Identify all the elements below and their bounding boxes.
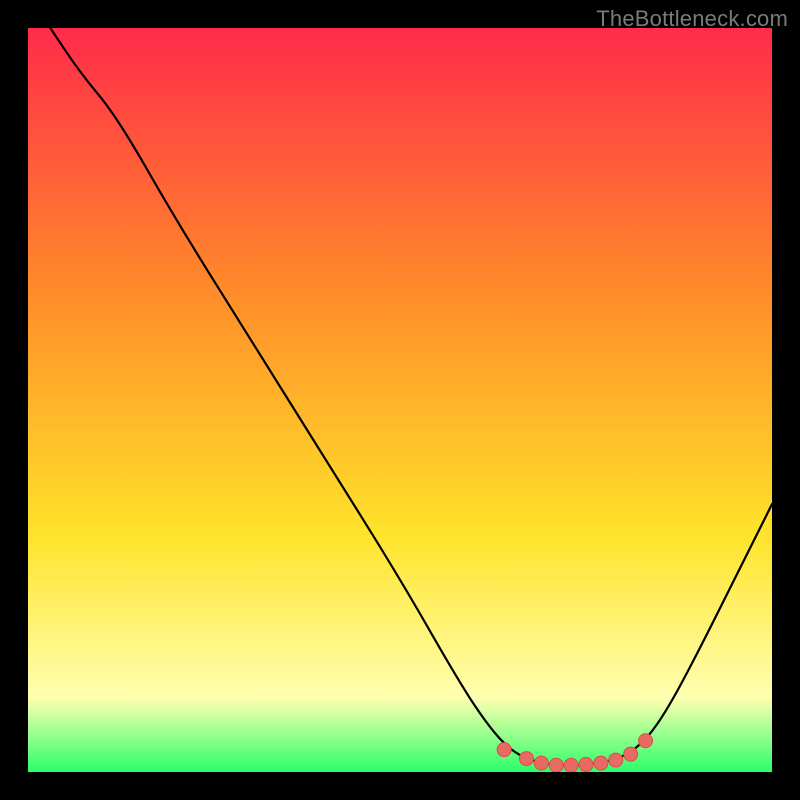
chart-frame: TheBottleneck.com [0,0,800,800]
bottleneck-chart [28,28,772,772]
chart-svg [28,28,772,772]
